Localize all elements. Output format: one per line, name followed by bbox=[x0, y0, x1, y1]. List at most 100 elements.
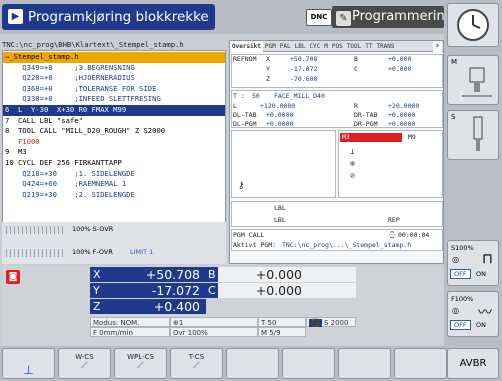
tab-trans[interactable]: TRANS bbox=[374, 41, 396, 52]
program-path: TNC:\nc_prog\BHB\Klartext\_Stempel_stamp… bbox=[2, 40, 184, 49]
axis-name: X bbox=[93, 268, 101, 281]
tab-cyc[interactable]: CYC bbox=[307, 41, 322, 52]
status-tabs: Oversikt PGM PAL LBL CYC M POS TOOL TT TRANS bbox=[230, 41, 443, 52]
softkey-empty[interactable] bbox=[226, 348, 279, 379]
program-line[interactable]: 6 L Y-30 X+30 R0 FMAX M99 bbox=[3, 105, 225, 116]
program-listing[interactable]: →_Stempel_stamp.h Q349=+0 ;3.BEGRENSNING… bbox=[2, 50, 226, 246]
feed-override[interactable]: F100% ◎ OFF ON 〰 bbox=[447, 291, 499, 337]
spindle-small-icon: ⊓ bbox=[482, 251, 493, 267]
axis-value: +0.000 bbox=[255, 283, 302, 298]
axis-row-b: B +0.000 bbox=[206, 267, 356, 282]
f-ovr-bar bbox=[6, 249, 64, 257]
r-label: R bbox=[354, 102, 358, 110]
tool-number: 50 bbox=[252, 92, 260, 100]
on-toggle[interactable]: ON bbox=[476, 270, 486, 278]
axis-row-x: X +50.708 bbox=[90, 267, 206, 282]
m-label: M bbox=[451, 58, 458, 66]
knob-icon: ◎ bbox=[452, 306, 459, 315]
r-value: +20.0000 bbox=[388, 102, 420, 110]
program-line[interactable]: Q338=+0 ;INFEED SLETTFRESING bbox=[3, 94, 225, 105]
on-toggle[interactable]: ON bbox=[476, 321, 486, 329]
refnom-label: REFNOM bbox=[233, 55, 257, 63]
softkey-label: WPL-CS bbox=[127, 353, 154, 361]
tab-lbl[interactable]: LBL bbox=[293, 41, 308, 52]
softkey-t-cs[interactable]: T-CS ⟋ bbox=[170, 348, 223, 379]
tab-pos[interactable]: POS bbox=[330, 41, 345, 52]
axis-row-y: Y -17.072 bbox=[90, 283, 206, 298]
program-line[interactable]: Q368=+0 ;TOLERANSE FOR SIDE bbox=[3, 84, 225, 95]
softkey-empty[interactable]: ⊥ bbox=[2, 348, 55, 379]
softkey-empty[interactable] bbox=[394, 348, 447, 379]
coordinate-system-icon: ⟋ bbox=[137, 361, 144, 371]
program-line[interactable]: Q219=+30 ;2. SIDELENGDE bbox=[3, 190, 225, 201]
b-value: +0.000 bbox=[388, 55, 412, 63]
axis-row-z: Z +0.400 bbox=[90, 299, 206, 314]
program-line[interactable]: →_Stempel_stamp.h bbox=[3, 52, 225, 63]
m9-label: M9 bbox=[408, 133, 416, 141]
spindle-badge: ⬛ bbox=[309, 319, 322, 327]
m-function-button[interactable]: M bbox=[447, 55, 499, 105]
tool-axis-info: ⊕1 bbox=[170, 317, 258, 327]
tab-tt[interactable]: TT bbox=[363, 41, 374, 52]
axis-label: C bbox=[354, 65, 358, 73]
dlpgm-label: DL-PGM bbox=[233, 120, 257, 128]
z-value: -70.600 bbox=[290, 75, 318, 83]
c-value: +0.000 bbox=[388, 65, 412, 73]
pgm-call-label: PGM CALL bbox=[233, 231, 265, 239]
clock-button[interactable] bbox=[447, 3, 499, 47]
dnc-icon[interactable]: DNC bbox=[306, 9, 332, 26]
y-value: -17.072 bbox=[290, 65, 318, 73]
program-line[interactable]: Q218=+30 ;1. SIDELENGDE bbox=[3, 169, 225, 180]
abort-button[interactable]: AVBR bbox=[447, 348, 499, 379]
runtime-value: 00:00:04 bbox=[398, 231, 430, 239]
edit-icon: ✎ bbox=[336, 11, 351, 26]
softkey-wpl-cs[interactable]: WPL-CS ⟋ bbox=[114, 348, 167, 379]
tab-m[interactable]: M bbox=[322, 41, 330, 52]
spindle-icon bbox=[473, 116, 483, 151]
dlpgm-value: +0.0000 bbox=[266, 120, 294, 128]
off-toggle[interactable]: OFF bbox=[450, 320, 471, 330]
axis-label: Z bbox=[266, 75, 270, 83]
dltab-value: +0.0000 bbox=[266, 111, 294, 119]
softkey-bar: ⊥ W-CS ⟋ WPL-CS ⟋ T-CS ⟋ bbox=[0, 346, 447, 381]
l-value: +120.0000 bbox=[260, 102, 296, 110]
axis-value: +0.000 bbox=[255, 267, 302, 282]
softkey-empty[interactable] bbox=[338, 348, 391, 379]
camera-icon[interactable]: ◙ bbox=[6, 270, 20, 284]
right-softkey-panel: M S S100% ◎ OFF ON ⊓ F100% ◎ OFF ON 〰 AV… bbox=[444, 0, 502, 381]
axis-name: C bbox=[206, 283, 218, 298]
program-line[interactable]: 8 TOOL CALL "MILL_D20_ROUGH" Z S2000 bbox=[3, 126, 225, 137]
mode-programming[interactable]: ✎ Programmering bbox=[332, 6, 453, 28]
feed-icon: 〰 bbox=[478, 305, 492, 321]
spindle-override[interactable]: S100% ◎ OFF ON ⊓ bbox=[447, 240, 499, 286]
tab-oversikt[interactable]: Oversikt bbox=[230, 41, 263, 52]
feed-info: F 0mm/min bbox=[90, 327, 170, 337]
override-info: Ovr 100% bbox=[170, 327, 258, 337]
override-panel: 100% S-OVR 100% F-OVR LIMIT 1 bbox=[2, 222, 226, 264]
s-function-button[interactable]: S bbox=[447, 110, 499, 160]
program-line[interactable]: 7 CALL LBL "safe" bbox=[3, 116, 225, 127]
program-line[interactable]: 9 M3 bbox=[3, 147, 225, 158]
l-label: L bbox=[233, 102, 237, 110]
x-value: +50.708 bbox=[290, 55, 318, 63]
off-toggle[interactable]: OFF bbox=[450, 269, 471, 279]
softkey-empty[interactable] bbox=[282, 348, 335, 379]
program-line[interactable]: 10 CYCL DEF 256 FIRKANTTAPP bbox=[3, 158, 225, 169]
drpgm-value: +0.0000 bbox=[388, 120, 416, 128]
softkey-w-cs[interactable]: W-CS ⟋ bbox=[58, 348, 111, 379]
tab-tool[interactable]: TOOL bbox=[345, 41, 363, 52]
tab-pal[interactable]: PAL bbox=[278, 41, 293, 52]
program-line[interactable]: Q424=+60 ;RAEMNEMAL 1 bbox=[3, 179, 225, 190]
program-line[interactable]: Q220=+0 ;HJOERNERADIUS bbox=[3, 73, 225, 84]
drtab-value: +0.0000 bbox=[388, 111, 416, 119]
mode-program-run[interactable]: ▶ Programkjøring blokkrekke bbox=[2, 4, 215, 30]
program-line[interactable]: Q349=+0 ;3.BEGRENSNING bbox=[3, 63, 225, 74]
tab-pgm[interactable]: PGM bbox=[263, 41, 278, 52]
program-line[interactable]: F1000 bbox=[3, 137, 225, 148]
lbl-label: LBL bbox=[274, 204, 286, 212]
softkey-label: T-CS bbox=[188, 353, 205, 361]
mode-info: Modus: NOM. bbox=[90, 317, 170, 327]
axis-name: B bbox=[206, 267, 218, 282]
tabs-scroll-icon[interactable]: › bbox=[432, 41, 442, 52]
axis-value: +0.400 bbox=[153, 299, 200, 314]
